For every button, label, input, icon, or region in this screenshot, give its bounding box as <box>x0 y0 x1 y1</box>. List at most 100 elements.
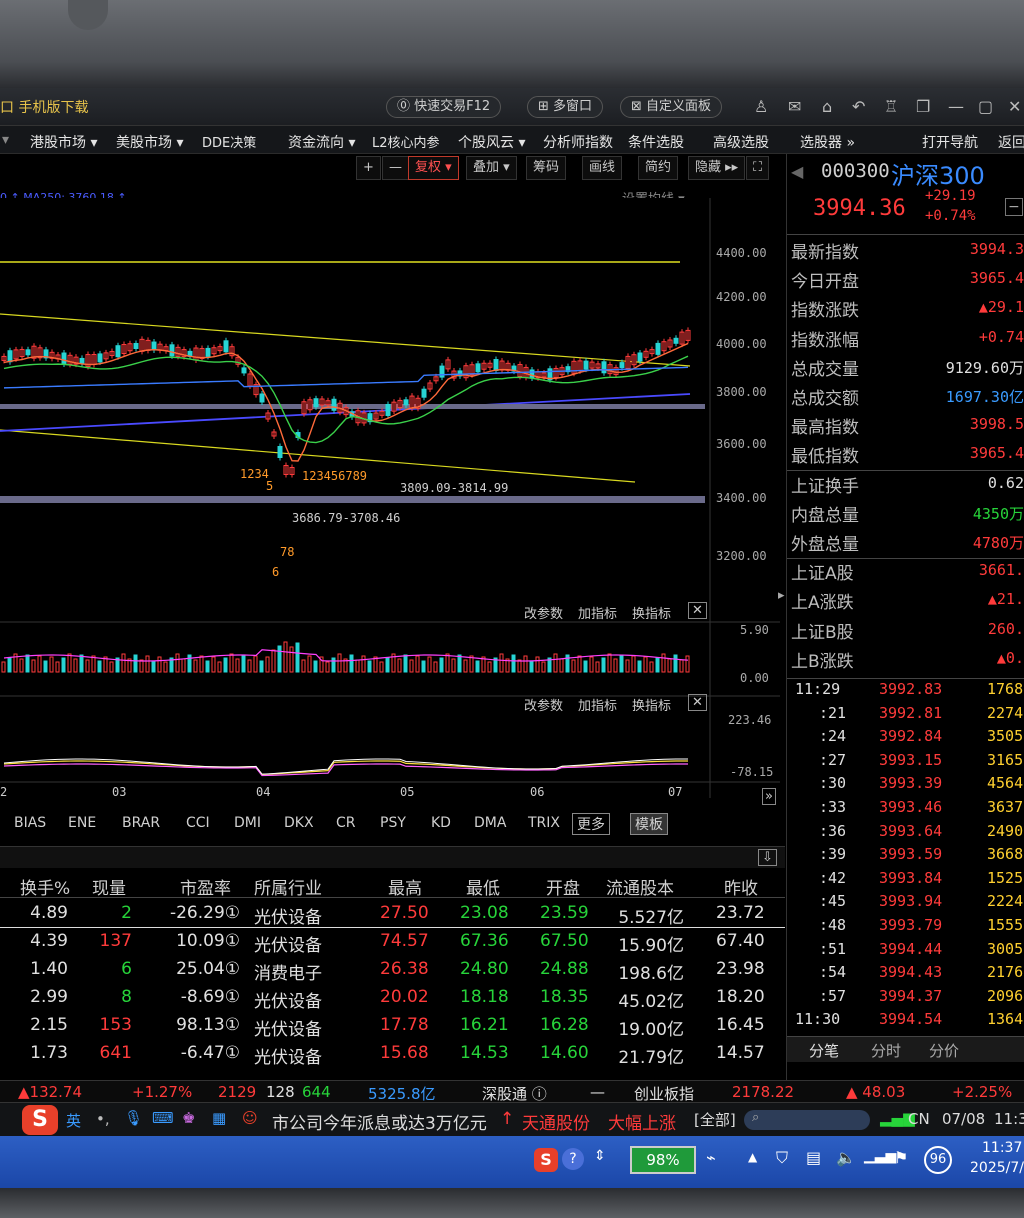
clock-date[interactable]: 2025/7/ <box>970 1160 1024 1176</box>
back-icon[interactable]: ↶ <box>852 97 865 116</box>
add-indicator-button[interactable]: 加指标 <box>578 603 617 622</box>
menu-dde[interactable]: DDE决策 <box>202 132 256 151</box>
add-indicator-button[interactable]: 加指标 <box>578 695 617 714</box>
tab-bias[interactable]: BIAS <box>14 815 46 831</box>
overlay-button[interactable]: 叠加 ▾ <box>466 156 517 180</box>
col-high[interactable]: 最高 <box>388 874 422 899</box>
ime-language[interactable]: 英 <box>66 1110 81 1131</box>
sogou-ime-icon[interactable]: S <box>22 1105 58 1135</box>
simple-mode-button[interactable]: 简约 <box>638 156 679 180</box>
zoom-out-button[interactable]: — <box>382 156 409 180</box>
emoji-icon[interactable]: ☺ <box>242 1109 258 1127</box>
col-turnover[interactable]: 换手% <box>20 874 70 899</box>
all-news-link[interactable]: [全部] <box>694 1109 736 1130</box>
zoom-in-button[interactable]: + <box>356 156 381 180</box>
tab-ticks[interactable]: 分笔 <box>809 1040 839 1061</box>
menu-us-market[interactable]: 美股市场 ▾ <box>116 132 183 152</box>
toolbox-icon[interactable]: ▦ <box>212 1109 226 1127</box>
prev-arrow-icon[interactable]: ◀ <box>791 162 803 181</box>
tab-more[interactable]: 更多 <box>572 813 610 835</box>
table-row[interactable]: 4.39 137 10.09① 光伏设备 74.57 67.36 67.50 15.90亿 67… <box>0 928 785 956</box>
table-row[interactable]: 1.40 6 25.04① 消费电子 26.38 24.80 24.88 198.6亿 23.9… <box>0 956 785 984</box>
custom-panel-button[interactable]: ⊠ 自定义面板 <box>620 96 723 118</box>
close-icon[interactable]: ✕ <box>688 694 707 711</box>
tab-cr[interactable]: CR <box>336 815 356 831</box>
sogou-tray-icon[interactable]: S <box>534 1148 558 1172</box>
tray-expand-icon[interactable]: ▲ <box>748 1150 757 1164</box>
tab-template[interactable]: 模板 <box>630 813 668 835</box>
table-row[interactable]: 2.99 8 -8.69① 光伏设备 20.02 18.18 18.35 45.02亿 18.2… <box>0 984 785 1012</box>
maximize-icon[interactable]: ▢ <box>978 97 993 116</box>
wifi-icon[interactable]: ▁▃▅ <box>864 1148 896 1164</box>
shield-icon[interactable]: ⛉ <box>776 1148 788 1168</box>
shenzhen-connect[interactable]: 深股通 ⓘ <box>482 1083 547 1104</box>
close-icon[interactable]: ✕ <box>688 602 707 619</box>
menu-fund-flow[interactable]: 资金流向 ▾ <box>288 132 355 152</box>
minimize-icon[interactable]: — <box>948 97 964 116</box>
tab-dma[interactable]: DMA <box>474 815 506 831</box>
flag-icon[interactable]: ⚑ <box>894 1148 908 1167</box>
gem-index-label[interactable]: 创业板指 <box>634 1083 694 1104</box>
tab-kd[interactable]: KD <box>431 815 451 831</box>
tab-cci[interactable]: CCI <box>186 815 210 831</box>
menu-hk-market[interactable]: 港股市场 ▾ <box>30 132 97 152</box>
table-row[interactable]: 2.15 153 98.13① 光伏设备 17.78 16.21 16.28 19.00亿 16… <box>0 1012 785 1040</box>
shirt-icon[interactable]: ♖ <box>884 97 898 116</box>
col-low[interactable]: 最低 <box>466 874 500 899</box>
clipboard-icon[interactable]: ▤ <box>806 1148 821 1167</box>
notification-badge[interactable]: 96 <box>924 1146 952 1174</box>
alert-stock-name[interactable]: 天通股份 <box>522 1109 590 1134</box>
volume-icon[interactable]: 🔈 <box>836 1148 856 1167</box>
tab-intraday[interactable]: 分时 <box>871 1040 901 1061</box>
tab-trix[interactable]: TRIX <box>528 815 560 831</box>
switch-indicator-button[interactable]: 换指标 <box>632 695 671 714</box>
menu-analyst-index[interactable]: 分析师指数 <box>543 132 613 152</box>
col-float-shares[interactable]: 流通股本 <box>606 874 674 899</box>
user-icon[interactable]: ♙ <box>754 97 768 116</box>
keyboard-icon[interactable]: ⌨ <box>152 1109 174 1127</box>
tray-pin-icon[interactable]: ⇕ <box>594 1148 606 1164</box>
microphone-icon[interactable]: 🎙 <box>124 1109 143 1127</box>
hide-button[interactable]: 隐藏 ▸▸ <box>688 156 746 180</box>
battery-indicator[interactable]: 98% <box>630 1146 696 1174</box>
download-icon[interactable]: ⇩ <box>758 849 777 866</box>
edit-params-button[interactable]: 改参数 <box>524 695 563 714</box>
menu-condition-select[interactable]: 条件选股 <box>628 132 684 152</box>
tab-psy[interactable]: PSY <box>380 815 406 831</box>
col-prev-close[interactable]: 昨收 <box>724 874 758 899</box>
restore-icon[interactable]: ❐ <box>916 97 930 116</box>
table-row[interactable]: 1.73 641 -6.47① 光伏设备 15.68 14.53 14.60 21.79亿 14… <box>0 1040 785 1068</box>
close-icon[interactable]: ✕ <box>1008 97 1021 116</box>
table-row[interactable]: 4.89 2 -26.29① 光伏设备 27.50 23.08 23.59 5.527亿 23.… <box>0 900 785 928</box>
menu-selector[interactable]: 选股器 » <box>800 132 855 152</box>
tab-ene[interactable]: ENE <box>68 815 96 831</box>
quick-trade-button[interactable]: ⓪ 快速交易F12 <box>386 96 502 118</box>
power-icon[interactable]: ⌁ <box>706 1148 716 1167</box>
collapse-arrow-icon[interactable]: ▸ <box>778 588 785 603</box>
col-volume[interactable]: 现量 <box>92 874 126 899</box>
skin-icon[interactable]: ♚ <box>182 1109 195 1127</box>
help-icon[interactable]: ? <box>562 1148 584 1170</box>
expand-icon[interactable]: » <box>762 788 776 805</box>
menu-advanced-select[interactable]: 高级选股 <box>713 132 769 152</box>
collapse-icon[interactable]: − <box>1005 198 1023 216</box>
adjust-rights-button[interactable]: 复权 ▾ <box>408 156 459 180</box>
multi-window-button[interactable]: ⊞ 多窗口 <box>527 96 604 118</box>
col-open[interactable]: 开盘 <box>546 874 580 899</box>
tab-brar[interactable]: BRAR <box>122 815 160 831</box>
ime-punct-icon[interactable]: •, <box>96 1110 110 1128</box>
tab-dmi[interactable]: DMI <box>234 815 261 831</box>
tab-dkx[interactable]: DKX <box>284 815 314 831</box>
home-icon[interactable]: ⌂ <box>822 97 832 116</box>
menu-stock-news[interactable]: 个股风云 ▾ <box>458 132 525 152</box>
mail-icon[interactable]: ✉ <box>788 97 801 116</box>
switch-indicator-button[interactable]: 换指标 <box>632 603 671 622</box>
menu-l2[interactable]: L2核心内参 <box>372 132 440 151</box>
mobile-download-link[interactable]: 口 手机版下载 <box>0 97 88 117</box>
draw-line-button[interactable]: 画线 <box>582 156 623 180</box>
col-industry[interactable]: 所属行业 <box>254 874 322 899</box>
menu-return[interactable]: 返回 <box>998 132 1024 152</box>
news-headline[interactable]: 市公司今年派息或达3万亿元 <box>272 1109 487 1134</box>
search-input[interactable]: ⌕ <box>744 1110 870 1130</box>
clock-time[interactable]: 11:37 <box>982 1140 1022 1156</box>
